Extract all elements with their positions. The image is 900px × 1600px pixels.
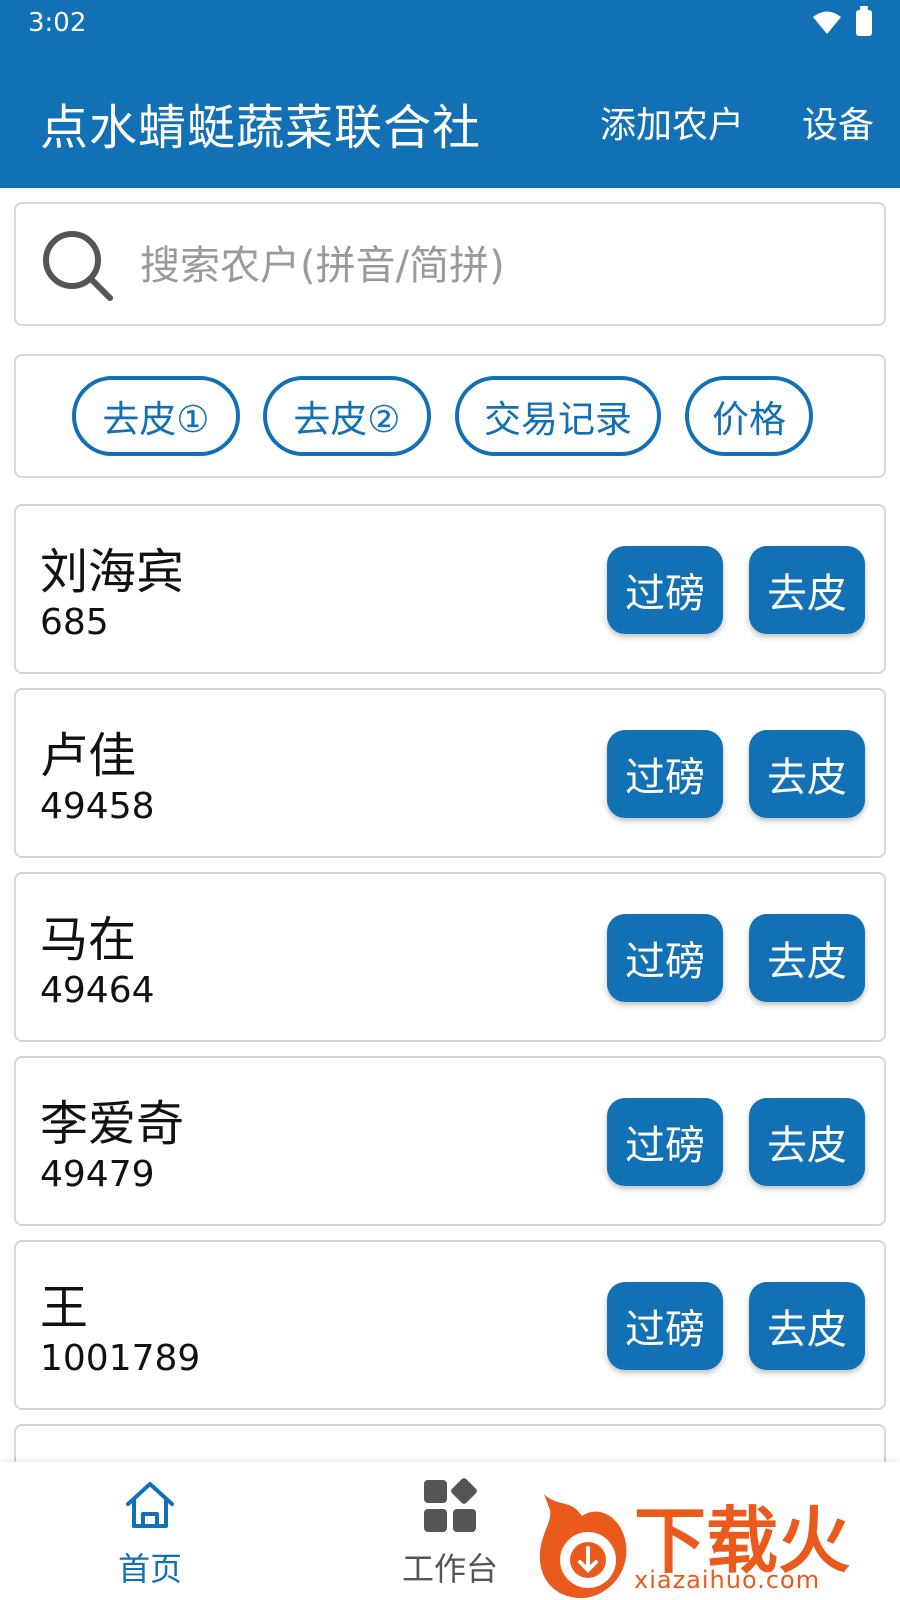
home-icon (126, 1482, 174, 1528)
farmer-card[interactable]: 卢佳 49458 过磅 去皮 (14, 688, 886, 858)
add-farmer-button[interactable]: 添加农户 (600, 96, 744, 148)
farmer-code: 49464 (40, 970, 155, 1011)
farmer-code: 49479 (40, 1154, 155, 1195)
tare-button[interactable]: 去皮 (749, 914, 865, 1002)
tare-button[interactable]: 去皮 (749, 1098, 865, 1186)
watermark-url: xiazaihuo.com (634, 1566, 821, 1594)
farmer-card[interactable]: 王 1001789 过磅 去皮 (14, 1240, 886, 1410)
transaction-records-button[interactable]: 交易记录 (455, 376, 661, 456)
search-box (14, 202, 886, 326)
grid-icon (424, 1478, 477, 1532)
farmer-name: 卢佳 (40, 728, 137, 784)
app-bar: 3:02 点水蜻蜓蔬菜联合社 添加农户 设备 (0, 0, 900, 188)
farmer-card[interactable]: 李爱奇 49479 过磅 去皮 (14, 1056, 886, 1226)
tare-button[interactable]: 去皮 (749, 730, 865, 818)
weigh-button[interactable]: 过磅 (607, 546, 723, 634)
farmer-name: 李爱奇 (40, 1096, 185, 1152)
tare-button[interactable]: 去皮 (749, 1282, 865, 1370)
weigh-button[interactable]: 过磅 (607, 730, 723, 818)
farmer-name: 刘海宾 (40, 544, 185, 600)
tare-button[interactable]: 去皮 (749, 546, 865, 634)
nav-workbench[interactable]: 工作台 (380, 1476, 520, 1590)
farmer-name: 王 (40, 1280, 89, 1336)
app-title: 点水蜻蜓蔬菜联合社 (40, 100, 482, 156)
nav-home-label: 首页 (117, 1550, 182, 1588)
watermark-logo: 下载火 xiazaihuo.com (530, 1474, 900, 1600)
search-icon (43, 231, 113, 301)
tare-2-button[interactable]: 去皮② (263, 376, 431, 456)
status-icons (812, 6, 872, 36)
flame-logo-icon (539, 1494, 627, 1598)
weigh-button[interactable]: 过磅 (607, 914, 723, 1002)
farmer-code: 685 (40, 602, 109, 643)
weigh-button[interactable]: 过磅 (607, 1098, 723, 1186)
farmer-name: 马在 (40, 912, 137, 968)
weigh-button[interactable]: 过磅 (607, 1282, 723, 1370)
price-button[interactable]: 价格 (685, 376, 813, 456)
farmer-card[interactable]: 马在 49464 过磅 去皮 (14, 872, 886, 1042)
farmer-card[interactable]: 刘海宾 685 过磅 去皮 (14, 504, 886, 674)
device-button[interactable]: 设备 (802, 96, 874, 148)
quick-actions: 去皮① 去皮② 交易记录 价格 (14, 354, 886, 478)
farmer-code: 1001789 (40, 1338, 201, 1379)
battery-icon (856, 6, 872, 36)
nav-workbench-label: 工作台 (401, 1550, 498, 1588)
status-time: 3:02 (28, 8, 87, 38)
tare-1-button[interactable]: 去皮① (72, 376, 240, 456)
search-input[interactable] (140, 222, 860, 310)
wifi-icon (813, 11, 841, 34)
farmer-code: 49458 (40, 786, 155, 827)
nav-home[interactable]: 首页 (80, 1476, 220, 1590)
